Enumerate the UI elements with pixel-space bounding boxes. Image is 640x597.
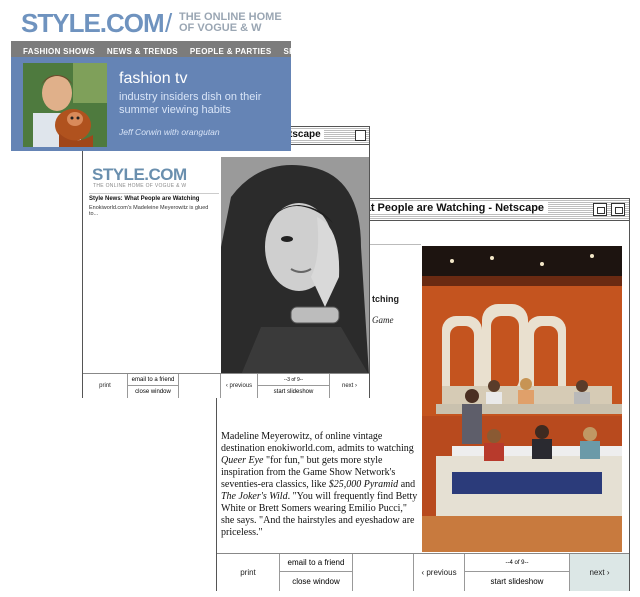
style-com-logo[interactable]: STYLE.COM xyxy=(92,165,187,185)
nav-news-trends[interactable]: NEWS & TRENDS xyxy=(95,43,178,56)
email-close-group: email to a friend close window xyxy=(128,374,179,398)
previous-button[interactable]: ‹ previous xyxy=(221,374,258,398)
logo-tagline: THE ONLINE HOME OF VOGUE & W xyxy=(179,11,282,34)
blurb-text: Enokiworld.com's Madeleine Meyerowitz is… xyxy=(89,205,209,217)
close-window-button[interactable]: close window xyxy=(128,386,178,398)
logo-slash: / xyxy=(165,8,173,38)
text-fragment: Game xyxy=(372,315,394,325)
man-with-orangutan-illustration xyxy=(23,63,107,147)
next-button[interactable]: next › xyxy=(570,554,629,591)
feature-thumbnail[interactable] xyxy=(23,63,107,147)
counter-group: --3 of 9-- start slideshow xyxy=(258,374,330,398)
slideshow-footer: print email to a friend close window ‹ p… xyxy=(217,553,629,591)
section-heading: Style News: What People are Watching xyxy=(89,193,219,202)
slide-counter: --4 of 9-- xyxy=(465,554,569,572)
close-box-icon[interactable] xyxy=(355,130,366,141)
slideshow-footer: print email to a friend close window ‹ p… xyxy=(83,373,369,398)
slide-counter: --3 of 9-- xyxy=(258,374,329,386)
caption-text: and xyxy=(398,479,416,490)
woman-portrait-illustration xyxy=(221,157,369,375)
style-com-logo[interactable]: STYLE.COM xyxy=(21,8,165,39)
style-com-banner: STYLE.COM / THE ONLINE HOME OF VOGUE & W… xyxy=(11,1,291,151)
previous-button[interactable]: ‹ previous xyxy=(414,554,465,591)
main-nav: FASHION SHOWS NEWS & TRENDS PEOPLE & PARTI… xyxy=(11,41,291,57)
start-slideshow-button[interactable]: start slideshow xyxy=(258,386,329,398)
nav-fashion-shows[interactable]: FASHION SHOWS xyxy=(11,43,95,56)
next-button[interactable]: next › xyxy=(330,374,369,398)
footer-spacer xyxy=(179,374,221,398)
print-button[interactable]: print xyxy=(217,554,280,591)
game-show-photo xyxy=(422,246,622,552)
window-title: hat People are Watching - Netscape xyxy=(354,202,549,214)
photo-caption: Madeline Meyerowitz, of online vintage d… xyxy=(221,431,421,539)
portrait-photo xyxy=(221,157,369,375)
footer-spacer xyxy=(353,554,414,591)
feature-caption: Jeff Corwin with orangutan xyxy=(119,127,220,137)
caption-show-title: $25,000 Pyramid xyxy=(328,479,399,490)
caption-show-title: Queer Eye xyxy=(221,455,264,466)
nav-shows-truncated[interactable]: SHO xyxy=(271,43,291,56)
feature-subtitle: industry insiders dish on their summer v… xyxy=(119,91,262,116)
start-slideshow-button[interactable]: start slideshow xyxy=(465,572,569,591)
game-show-set-illustration xyxy=(422,246,622,552)
caption-show-title: The Joker's Wild xyxy=(221,491,288,502)
fashion-tv-feature[interactable]: fashion tv industry insiders dish on the… xyxy=(11,57,291,151)
caption-text: Madeline Meyerowitz, of online vintage d… xyxy=(221,431,414,454)
headline-fragment: tching xyxy=(372,294,399,304)
email-to-friend-button[interactable]: email to a friend xyxy=(128,374,178,386)
print-button[interactable]: print xyxy=(83,374,128,398)
nav-people-parties[interactable]: PEOPLE & PARTIES xyxy=(178,43,272,56)
email-to-friend-button[interactable]: email to a friend xyxy=(280,554,352,572)
logo-tagline: THE ONLINE HOME OF VOGUE & W xyxy=(93,183,187,189)
zoom-box-icon[interactable] xyxy=(593,203,607,216)
netscape-window-middle: tscape STYLE.COM THE ONLINE HOME OF VOGU… xyxy=(82,126,370,398)
counter-group: --4 of 9-- start slideshow xyxy=(465,554,570,591)
feature-title[interactable]: fashion tv xyxy=(119,70,187,88)
close-window-button[interactable]: close window xyxy=(280,572,352,591)
email-close-group: email to a friend close window xyxy=(280,554,353,591)
window-title: tscape xyxy=(286,129,324,140)
close-box-icon[interactable] xyxy=(611,203,625,216)
